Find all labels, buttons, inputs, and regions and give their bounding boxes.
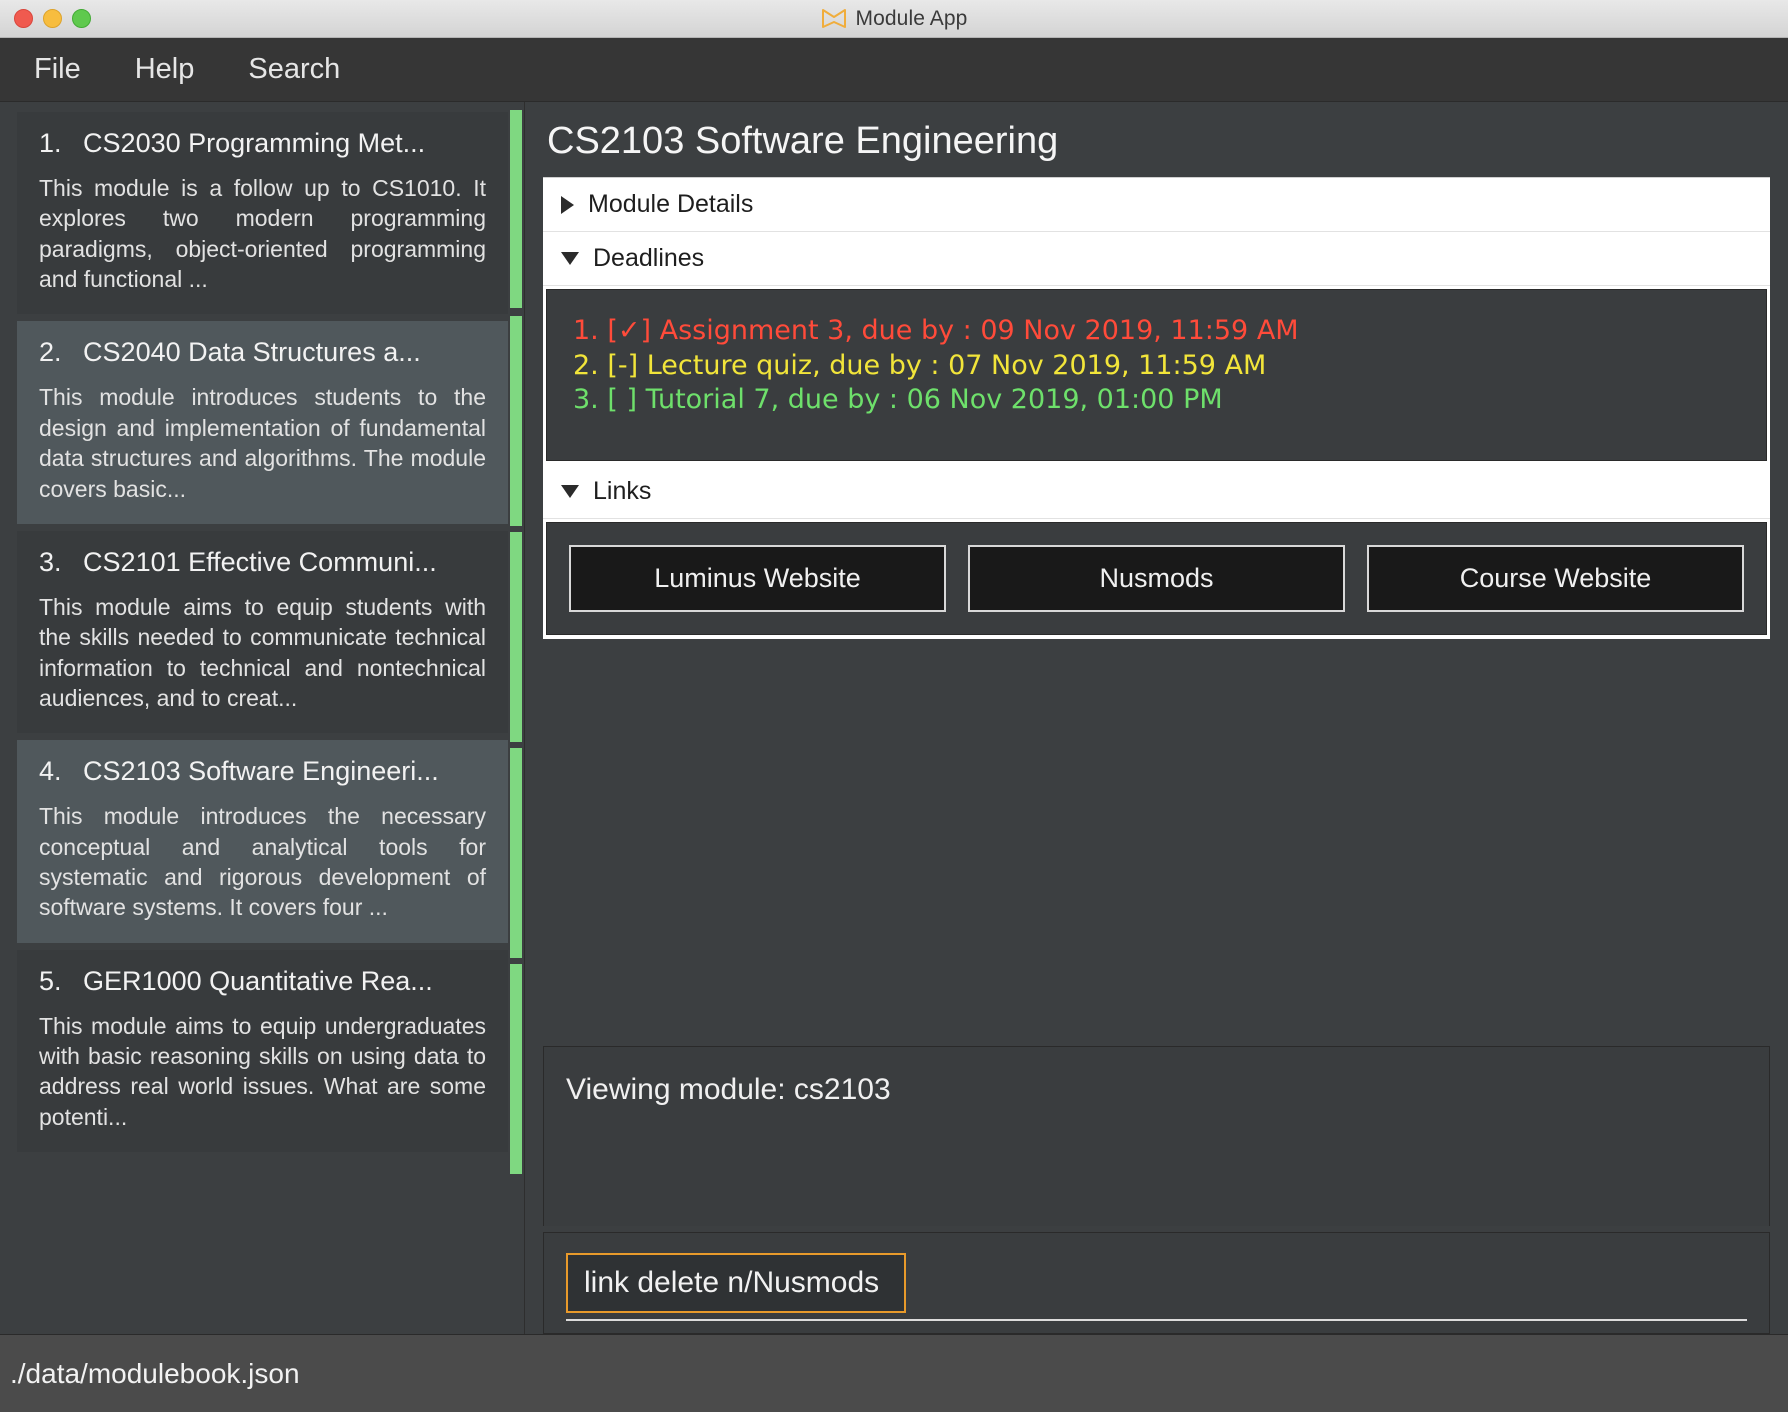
chevron-right-icon — [561, 195, 574, 214]
accordion-header-deadlines[interactable]: Deadlines — [543, 232, 1770, 286]
command-box[interactable]: link delete n/Nusmods — [543, 1232, 1770, 1334]
accordion-label: Deadlines — [593, 244, 705, 272]
accordion-header-module-details[interactable]: Module Details — [543, 177, 1770, 232]
accordion-label: Module Details — [588, 190, 754, 218]
title-bar: Module App — [0, 0, 1788, 38]
module-list-scrollbar[interactable] — [508, 102, 524, 1334]
page-title: CS2103 Software Engineering — [547, 120, 1059, 162]
module-title-row: 2. CS2040 Data Structures a... — [39, 337, 486, 368]
links-row: Luminus Website Nusmods Course Website — [546, 522, 1767, 635]
module-index: 5. — [39, 965, 62, 996]
deadlines-list: 1. [✓] Assignment 3, due by : 09 Nov 201… — [546, 289, 1767, 461]
scrollbar-thumb[interactable] — [510, 964, 522, 1174]
module-detail-area: CS2103 Software Engineering Module Detai… — [525, 102, 1788, 843]
module-description: This module introduces the necessary con… — [39, 803, 486, 921]
module-name: CS2030 Programming Met... — [83, 128, 426, 158]
module-description: This module aims to equip undergraduates… — [39, 1012, 486, 1130]
module-index: 2. — [39, 337, 62, 368]
detail-pane: CS2103 Software Engineering Module Detai… — [525, 102, 1788, 1334]
nusmods-button[interactable]: Nusmods — [968, 545, 1345, 612]
module-title-row: 4. CS2103 Software Engineeri... — [39, 756, 486, 787]
window-title-group: Module App — [0, 7, 1788, 31]
maximize-window-button[interactable] — [72, 9, 91, 28]
module-index: 1. — [39, 128, 62, 158]
detail-accordion: Module Details Deadlines 1. [✓] Assignme… — [543, 177, 1770, 639]
chevron-down-icon — [561, 252, 579, 265]
module-name: CS2040 Data Structures a... — [83, 337, 421, 368]
command-underline — [566, 1319, 1747, 1321]
minimize-window-button[interactable] — [43, 9, 62, 28]
accordion-header-links[interactable]: Links — [543, 465, 1770, 519]
menu-item-help[interactable]: Help — [131, 51, 199, 88]
module-index: 4. — [39, 756, 62, 787]
module-title-row: 1. CS2030 Programming Met... — [39, 128, 486, 159]
module-name: CS2101 Effective Communi... — [83, 546, 437, 577]
module-title-row: 3. CS2101 Effective Communi... — [39, 547, 486, 578]
detail-filler — [525, 843, 1788, 1047]
accordion-body-deadlines: 1. [✓] Assignment 3, due by : 09 Nov 201… — [543, 286, 1770, 465]
scrollbar-thumb[interactable] — [510, 748, 522, 958]
list-item[interactable]: 1. CS2030 Programming Met... This module… — [17, 112, 508, 315]
main-body: 1. CS2030 Programming Met... This module… — [0, 102, 1788, 1334]
scrollbar-thumb[interactable] — [510, 110, 522, 308]
traffic-light-controls — [0, 9, 91, 28]
open-book-icon — [821, 8, 846, 28]
module-name: CS2103 Software Engineeri... — [83, 756, 439, 787]
course-website-button[interactable]: Course Website — [1367, 545, 1744, 612]
app-window: Module App File Help Search 1. CS2030 Pr… — [0, 0, 1788, 1412]
luminus-website-button[interactable]: Luminus Website — [569, 545, 946, 612]
deadline-item: 2. [-] Lecture quiz, due by : 07 Nov 201… — [573, 349, 1267, 381]
list-item[interactable]: 2. CS2040 Data Structures a... This modu… — [17, 321, 508, 524]
result-display: Viewing module: cs2103 — [543, 1046, 1770, 1226]
scrollbar-thumb[interactable] — [510, 316, 522, 526]
window-title: Module App — [855, 6, 968, 30]
module-description: This module aims to equip students with … — [39, 593, 486, 711]
accordion-body-links: Luminus Website Nusmods Course Website — [543, 519, 1770, 639]
command-input[interactable]: link delete n/Nusmods — [566, 1253, 906, 1313]
module-description: This module introduces students to the d… — [39, 384, 486, 502]
status-bar: ./data/modulebook.json — [0, 1334, 1788, 1412]
deadline-item: 3. [ ] Tutorial 7, due by : 06 Nov 2019,… — [573, 384, 1223, 416]
list-item[interactable]: 4. CS2103 Software Engineeri... This mod… — [17, 740, 508, 943]
chevron-down-icon — [561, 485, 579, 498]
menu-item-search[interactable]: Search — [244, 51, 344, 88]
module-description: This module is a follow up to CS1010. It… — [39, 175, 486, 293]
module-list-pane: 1. CS2030 Programming Met... This module… — [0, 102, 525, 1334]
close-window-button[interactable] — [14, 9, 33, 28]
menu-bar: File Help Search — [0, 38, 1788, 102]
module-list[interactable]: 1. CS2030 Programming Met... This module… — [0, 102, 508, 1334]
deadline-item: 1. [✓] Assignment 3, due by : 09 Nov 201… — [573, 315, 1299, 346]
menu-item-file[interactable]: File — [30, 51, 85, 88]
module-name: GER1000 Quantitative Rea... — [83, 965, 433, 996]
accordion-label: Links — [593, 477, 652, 505]
module-title-row: 5. GER1000 Quantitative Rea... — [39, 966, 486, 997]
module-index: 3. — [39, 546, 62, 577]
list-item[interactable]: 5. GER1000 Quantitative Rea... This modu… — [17, 949, 508, 1153]
list-item[interactable]: 3. CS2101 Effective Communi... This modu… — [17, 530, 508, 734]
result-text: Viewing module: cs2103 — [566, 1073, 891, 1106]
scrollbar-thumb[interactable] — [510, 532, 522, 742]
status-file-path: ./data/modulebook.json — [10, 1357, 300, 1389]
